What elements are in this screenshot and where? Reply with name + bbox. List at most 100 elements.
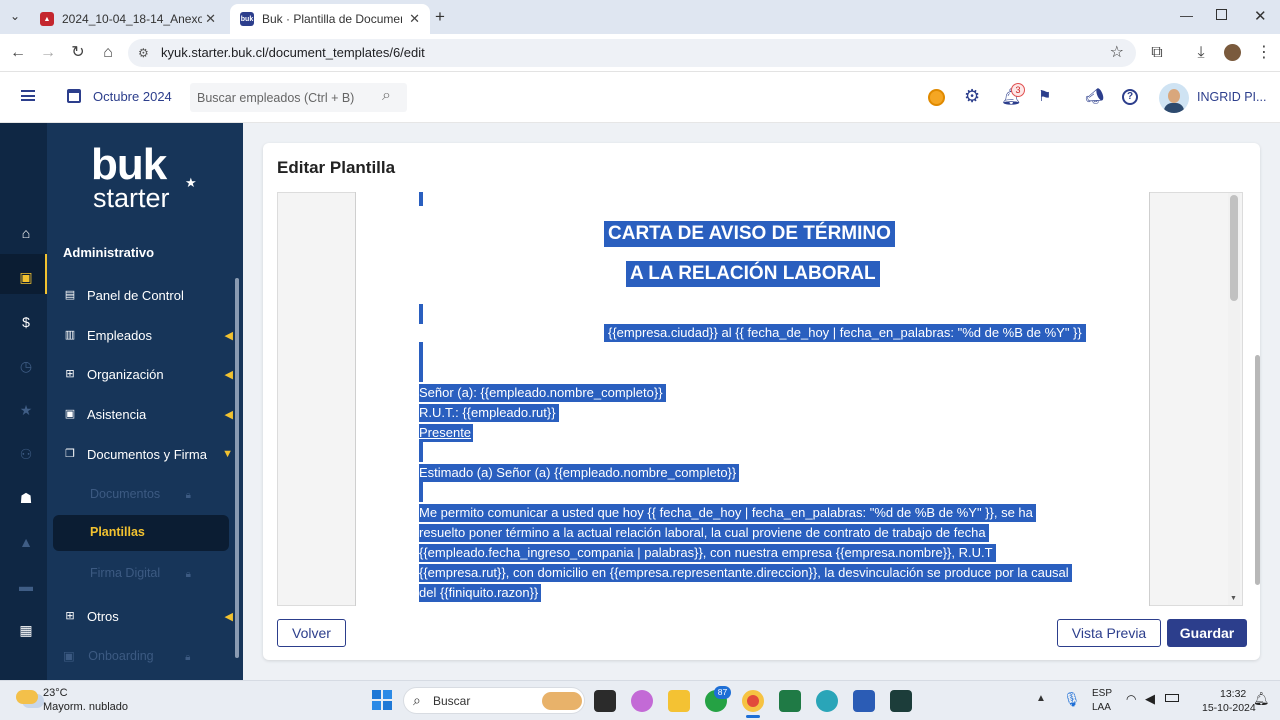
- clock-date[interactable]: 15-10-2024: [1202, 702, 1256, 714]
- chevron-up-icon[interactable]: ▲: [1036, 693, 1046, 704]
- wifi-icon[interactable]: ◠: [1126, 692, 1136, 706]
- user-name[interactable]: INGRID PI...: [1197, 90, 1266, 104]
- hamburger-menu-icon[interactable]: [21, 90, 35, 101]
- empty-line-mark: [419, 304, 423, 324]
- buk-logo[interactable]: buk starter ★: [91, 143, 201, 217]
- search-icon[interactable]: ⌕: [382, 87, 391, 105]
- task-view-icon[interactable]: [594, 690, 616, 712]
- reload-icon[interactable]: ↻: [68, 43, 88, 63]
- menu-organizacion[interactable]: ⊞ Organización ◀: [63, 362, 233, 386]
- tab-list-dropdown-icon[interactable]: ⌄: [10, 9, 20, 23]
- close-tab-icon[interactable]: ✕: [205, 11, 216, 27]
- download-icon[interactable]: ⤓: [1191, 43, 1211, 63]
- extensions-icon[interactable]: ⧉: [1147, 43, 1167, 63]
- back-icon[interactable]: ←: [8, 43, 28, 63]
- clock-icon[interactable]: ◷: [18, 358, 34, 374]
- calendar-icon[interactable]: [67, 89, 81, 103]
- terminal-icon[interactable]: [890, 690, 912, 712]
- scroll-down-arrow-icon[interactable]: ▼: [1230, 595, 1237, 602]
- word-icon[interactable]: [853, 690, 875, 712]
- copilot-icon[interactable]: [631, 690, 653, 712]
- notifications-icon[interactable]: 🔔︎: [1253, 691, 1270, 707]
- doc-body-line: {{empresa.rut}}, con domicilio en {{empr…: [419, 564, 1072, 582]
- volume-icon[interactable]: ◀︎: [1145, 691, 1155, 707]
- outer-scrollbar-thumb[interactable]: [1255, 355, 1260, 585]
- minimize-icon[interactable]: —: [1180, 8, 1193, 23]
- close-window-icon[interactable]: ✕: [1254, 7, 1267, 25]
- doc-presente: Presente: [419, 424, 474, 442]
- file-explorer-icon[interactable]: [668, 690, 690, 712]
- store-icon[interactable]: ▦: [18, 622, 34, 638]
- url-input[interactable]: ⚙ kyuk.starter.buk.cl/document_templates…: [128, 39, 1136, 67]
- user-check-icon[interactable]: ⚇: [18, 446, 34, 462]
- menu-otros[interactable]: ⊞ Otros ◀: [63, 604, 233, 628]
- tab-pdf-title: 2024_10-04_18-14_Anexo_Renc: [62, 12, 202, 26]
- help-icon[interactable]: ?: [1122, 89, 1138, 105]
- people-icon[interactable]: ☗: [18, 490, 34, 506]
- chrome-icon[interactable]: [742, 690, 764, 712]
- weather-temp[interactable]: 23°C: [43, 687, 68, 699]
- browser-menu-icon[interactable]: ⋮: [1254, 43, 1274, 63]
- save-button[interactable]: Guardar: [1167, 619, 1247, 647]
- microphone-icon[interactable]: 🎙︎: [1063, 691, 1081, 708]
- megaphone-icon[interactable]: 📣︎: [1085, 87, 1104, 105]
- close-tab-icon[interactable]: ✕: [409, 11, 420, 27]
- menu-label: Onboarding: [88, 649, 154, 663]
- date-selector[interactable]: Octubre 2024: [93, 89, 172, 104]
- doc-recipient: Señor (a): {{empleado.nombre_completo}}: [419, 384, 666, 402]
- user-avatar[interactable]: [1159, 83, 1189, 113]
- weather-desc[interactable]: Mayorm. nublado: [43, 701, 128, 713]
- language-line2[interactable]: LAA: [1092, 702, 1111, 713]
- tab-buk[interactable]: buk Buk · Plantilla de Documentos · ✕: [230, 4, 430, 34]
- excel-icon[interactable]: [779, 690, 801, 712]
- restore-icon[interactable]: [1216, 9, 1227, 20]
- menu-empleados[interactable]: ▥ Empleados ◀: [63, 323, 233, 347]
- home-icon[interactable]: ⌂: [98, 43, 118, 63]
- folder-icon[interactable]: ▬: [18, 578, 34, 594]
- chevron-left-icon: ◀: [224, 368, 233, 381]
- employee-search-input[interactable]: Buscar empleados (Ctrl + B) ⌕: [190, 83, 407, 112]
- taskbar-search-input[interactable]: ⌕ Buscar: [403, 687, 585, 714]
- edge-icon[interactable]: [816, 690, 838, 712]
- battery-icon[interactable]: [1165, 694, 1179, 702]
- windows-start-icon[interactable]: [372, 690, 392, 710]
- dollar-icon[interactable]: $: [18, 314, 34, 330]
- graduation-icon[interactable]: ▲: [18, 534, 34, 550]
- back-button[interactable]: Volver: [277, 619, 346, 647]
- logo-star-icon: ★: [185, 175, 197, 190]
- preview-button[interactable]: Vista Previa: [1057, 619, 1161, 647]
- site-settings-icon[interactable]: ⚙: [138, 39, 149, 67]
- menu-onboarding[interactable]: ▣ Onboarding 🔒︎: [63, 648, 190, 663]
- gear-icon[interactable]: ⚙: [964, 86, 980, 107]
- star-icon[interactable]: ★: [18, 402, 34, 418]
- doc-body-line: resuelto poner término a la actual relac…: [419, 524, 989, 542]
- submenu-documentos[interactable]: Documentos 🔒︎: [90, 487, 191, 501]
- menu-asistencia[interactable]: ▣ Asistencia ◀: [63, 402, 233, 426]
- menu-panel-de-control[interactable]: ▤ Panel de Control: [63, 283, 233, 307]
- lock-icon: 🔒︎: [185, 652, 191, 663]
- sidebar-scrollbar[interactable]: [235, 278, 239, 658]
- submenu-plantillas[interactable]: Plantillas: [53, 515, 229, 551]
- home-icon[interactable]: ⌂: [18, 225, 34, 241]
- buk-icon: buk: [240, 12, 254, 26]
- profile-avatar-icon[interactable]: [1224, 44, 1241, 61]
- editor-scrollbar-thumb[interactable]: [1230, 195, 1238, 301]
- document-page[interactable]: CARTA DE AVISO DE TÉRMINO A LA RELACIÓN …: [355, 192, 1150, 606]
- coin-icon[interactable]: [928, 89, 945, 106]
- clipboard-icon[interactable]: ▣: [18, 269, 34, 285]
- submenu-firma-digital[interactable]: Firma Digital 🔒︎: [90, 566, 191, 580]
- tab-pdf[interactable]: ▲ 2024_10-04_18-14_Anexo_Renc ✕: [30, 4, 226, 34]
- menu-documentos-y-firma[interactable]: ❐ Documentos y Firma ▼: [63, 442, 233, 466]
- weather-cloud-icon[interactable]: [16, 690, 38, 704]
- chevron-down-icon: ▼: [222, 448, 233, 460]
- forward-icon[interactable]: →: [38, 43, 58, 63]
- announcement-icon[interactable]: ⚑: [1038, 87, 1051, 105]
- new-tab-icon[interactable]: +: [435, 7, 445, 27]
- chevron-left-icon: ◀: [224, 329, 233, 342]
- language-line1[interactable]: ESP: [1092, 688, 1112, 699]
- bookmark-star-icon[interactable]: ☆: [1110, 39, 1124, 67]
- menu-label: Organización: [87, 366, 164, 382]
- url-text: kyuk.starter.buk.cl/document_templates/6…: [161, 45, 425, 60]
- app-header: Octubre 2024 Buscar empleados (Ctrl + B)…: [0, 72, 1280, 123]
- clock-time[interactable]: 13:32: [1220, 688, 1246, 700]
